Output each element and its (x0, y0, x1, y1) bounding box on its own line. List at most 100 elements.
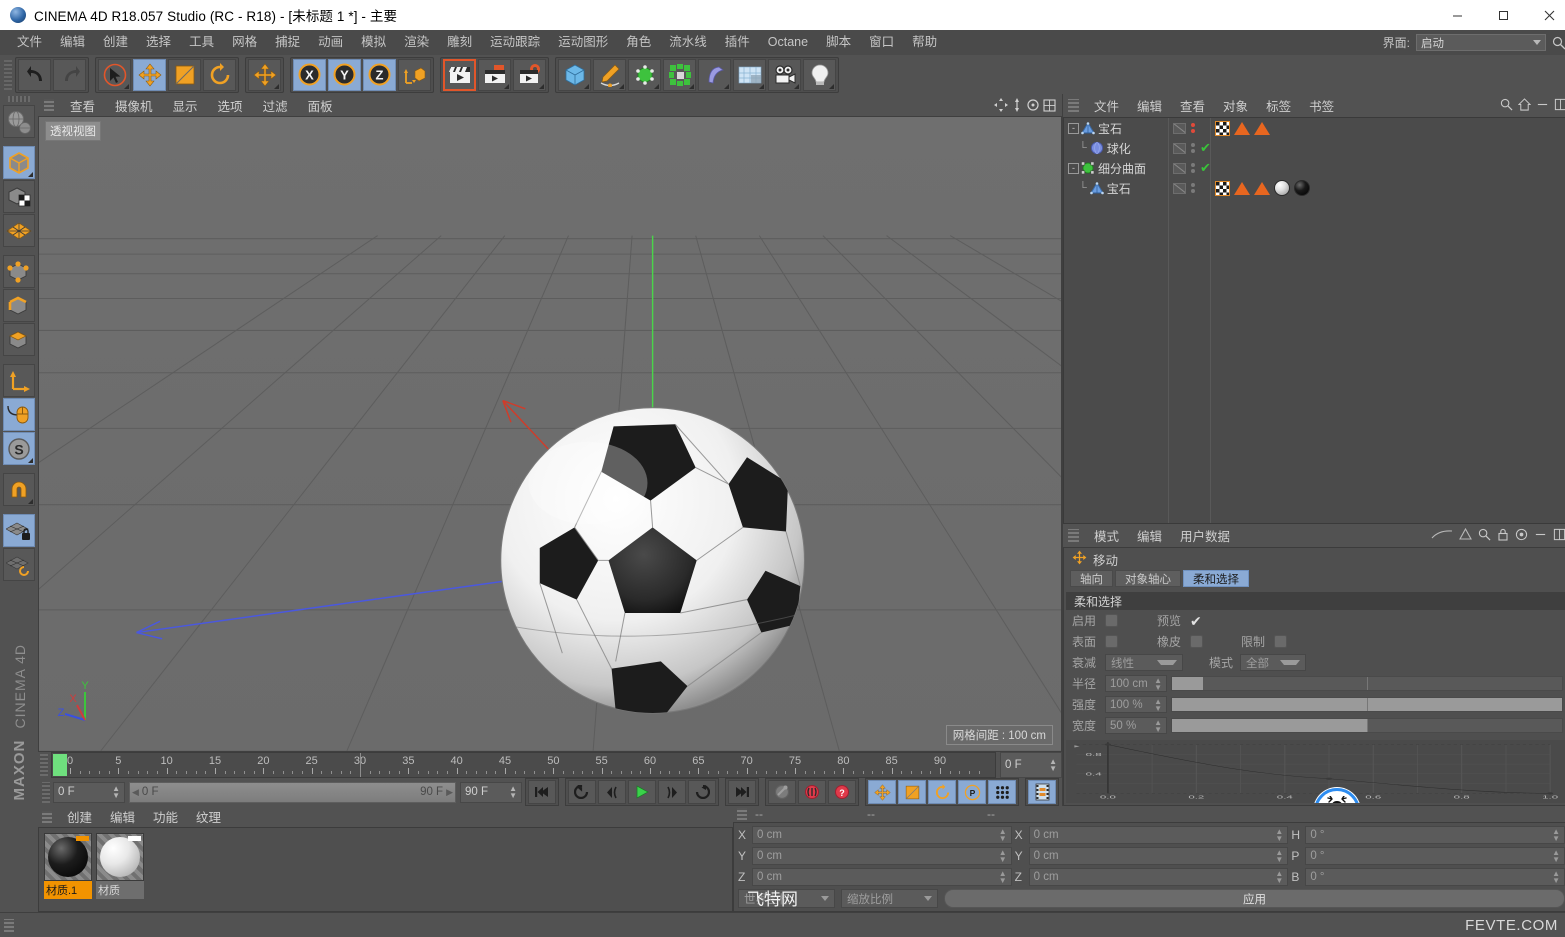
interface-select[interactable]: 启动 (1416, 34, 1546, 51)
position-input[interactable]: 0 cm ▲ ▼ (752, 826, 1012, 845)
timeline-button[interactable] (1028, 780, 1056, 805)
falloff-curve-svg[interactable]: 0.0 0.2 0.4 0.6 0.8 1.0 0.4 0.8 (1066, 740, 1565, 803)
editor-dot[interactable] (1191, 123, 1195, 128)
object-menu-标签[interactable]: 标签 (1257, 96, 1300, 115)
point-mode-button[interactable] (3, 255, 35, 289)
material-thumbnail[interactable] (44, 833, 92, 882)
render-dot[interactable] (1191, 149, 1195, 154)
spinner-icon[interactable]: ▲ ▼ (1552, 870, 1560, 885)
object-visibility-row[interactable] (1169, 118, 1210, 138)
object-menu-查看[interactable]: 查看 (1171, 96, 1214, 115)
eraser-checkbox[interactable] (1190, 635, 1203, 649)
home-icon[interactable] (1517, 98, 1532, 114)
size-input[interactable]: 0 cm ▲ ▼ (1028, 847, 1289, 866)
search-icon[interactable] (1500, 98, 1513, 114)
attribute-menu-模式[interactable]: 模式 (1085, 526, 1128, 545)
object-tags-row[interactable] (1211, 158, 1565, 178)
collapse-icon[interactable] (1536, 98, 1549, 114)
viewport-menu-grip[interactable] (44, 99, 54, 112)
maximize-view-icon[interactable] (1043, 99, 1056, 112)
viewport-menu-面板[interactable]: 面板 (298, 96, 343, 115)
material-manager-grip[interactable] (42, 810, 52, 823)
left-toolbar-grip[interactable] (8, 96, 30, 103)
material-item[interactable]: 材质.1 (44, 833, 92, 900)
pla-key-button[interactable] (988, 780, 1016, 805)
object-row[interactable]: - 宝石 (1064, 118, 1168, 138)
lock-icon[interactable] (1497, 528, 1509, 544)
menu-item-捕捉[interactable]: 捕捉 (266, 30, 309, 55)
editor-dot[interactable] (1191, 143, 1195, 148)
viewport-mouse-button[interactable] (3, 398, 35, 432)
autokeying-button[interactable] (798, 780, 826, 805)
menu-item-模拟[interactable]: 模拟 (352, 30, 395, 55)
viewport-menu-过滤[interactable]: 过滤 (253, 96, 298, 115)
menu-item-脚本[interactable]: 脚本 (817, 30, 860, 55)
material-menu-纹理[interactable]: 纹理 (187, 807, 230, 826)
triangle-icon[interactable] (1459, 528, 1472, 543)
texture-tag-icon[interactable] (1215, 180, 1230, 196)
spline-pen-button[interactable] (593, 58, 626, 91)
surface-checkbox[interactable] (1105, 635, 1118, 649)
deformer-button[interactable] (698, 58, 731, 91)
move-tool-alt[interactable] (248, 58, 281, 91)
texture-mode-button[interactable] (3, 180, 35, 214)
menu-item-雕刻[interactable]: 雕刻 (438, 30, 481, 55)
falloff-select[interactable]: 线性 (1105, 654, 1183, 672)
attribute-manager-grip[interactable] (1068, 529, 1079, 543)
spinner-icon[interactable]: ▲ ▼ (1552, 828, 1560, 843)
z-axis-lock-button[interactable]: Z (363, 58, 396, 91)
timeline-grip[interactable] (40, 754, 48, 777)
viewport-3d[interactable]: 透视视图 网格间距 : 100 cm Y Z X (38, 116, 1062, 753)
spinner-icon[interactable]: ▲ ▼ (999, 828, 1007, 843)
spinner-icon[interactable]: ▲ ▼ (1275, 828, 1283, 843)
array-button[interactable] (663, 58, 696, 91)
current-frame-field[interactable]: 0 F ▲ ▼ (53, 781, 125, 803)
model-mode-button[interactable] (3, 146, 35, 180)
x-axis-lock-button[interactable]: X (293, 58, 326, 91)
object-visibility-column[interactable]: ✔ ✔ (1169, 118, 1211, 524)
menu-item-运动图形[interactable]: 运动图形 (549, 30, 617, 55)
menu-item-工具[interactable]: 工具 (180, 30, 223, 55)
material-name[interactable]: 材质 (96, 881, 144, 900)
material-item[interactable]: 材质 (96, 833, 144, 900)
enabled-check-icon[interactable]: ✔ (1200, 161, 1211, 174)
enable-checkbox[interactable] (1105, 614, 1118, 628)
curve-icon[interactable] (1431, 529, 1453, 543)
object-menu-书签[interactable]: 书签 (1300, 96, 1343, 115)
spinner-icon[interactable]: ▲ ▼ (1154, 697, 1162, 712)
move-tool[interactable] (133, 58, 166, 91)
mode-select[interactable]: 全部 (1240, 654, 1307, 672)
viewport-menu-选项[interactable]: 选项 (208, 96, 253, 115)
menu-item-网格[interactable]: 网格 (223, 30, 266, 55)
record-keyframe-button[interactable] (768, 780, 796, 805)
coordinate-system-button[interactable] (398, 58, 431, 91)
keyframe-selection-button[interactable]: ? (828, 780, 856, 805)
spinner-icon[interactable]: ▲ ▼ (112, 785, 120, 800)
range-right-arrow-icon[interactable]: ▶ (446, 787, 453, 798)
menu-item-文件[interactable]: 文件 (8, 30, 51, 55)
size-input[interactable]: 0 cm ▲ ▼ (1028, 826, 1289, 845)
timeline-playhead[interactable] (53, 754, 67, 777)
menu-item-渲染[interactable]: 渲染 (395, 30, 438, 55)
s-toggle-button[interactable]: S (3, 432, 35, 466)
spinner-icon[interactable]: ▲ ▼ (509, 785, 517, 800)
pan-view-icon[interactable] (994, 98, 1008, 113)
menu-item-创建[interactable]: 创建 (94, 30, 137, 55)
spinner-icon[interactable]: ▲ ▼ (1275, 849, 1283, 864)
y-axis-lock-button[interactable]: Y (328, 58, 361, 91)
object-manager-body[interactable]: - 宝石 └ 球化 - 细分曲面 └ 宝石 ✔ ✔ (1063, 117, 1565, 525)
expander-toggle[interactable]: - (1068, 122, 1079, 134)
frame-range-scrubber[interactable]: ◀ 0 F 90 F ▶ (129, 781, 456, 803)
rotation-input[interactable]: 0 ° ▲ ▼ (1305, 826, 1565, 845)
strength-slider[interactable] (1171, 697, 1563, 713)
workplane-lock-button[interactable] (3, 514, 35, 548)
object-menu-文件[interactable]: 文件 (1085, 96, 1128, 115)
rotate-tool[interactable] (203, 58, 236, 91)
object-tags-row[interactable] (1211, 178, 1565, 198)
target-icon[interactable] (1515, 528, 1528, 544)
object-tags-row[interactable] (1211, 118, 1565, 138)
attribute-tab-轴向[interactable]: 轴向 (1070, 570, 1113, 588)
play-button[interactable] (628, 780, 656, 805)
rotation-input[interactable]: 0 ° ▲ ▼ (1305, 847, 1565, 866)
toolbar-grip[interactable] (4, 59, 12, 90)
